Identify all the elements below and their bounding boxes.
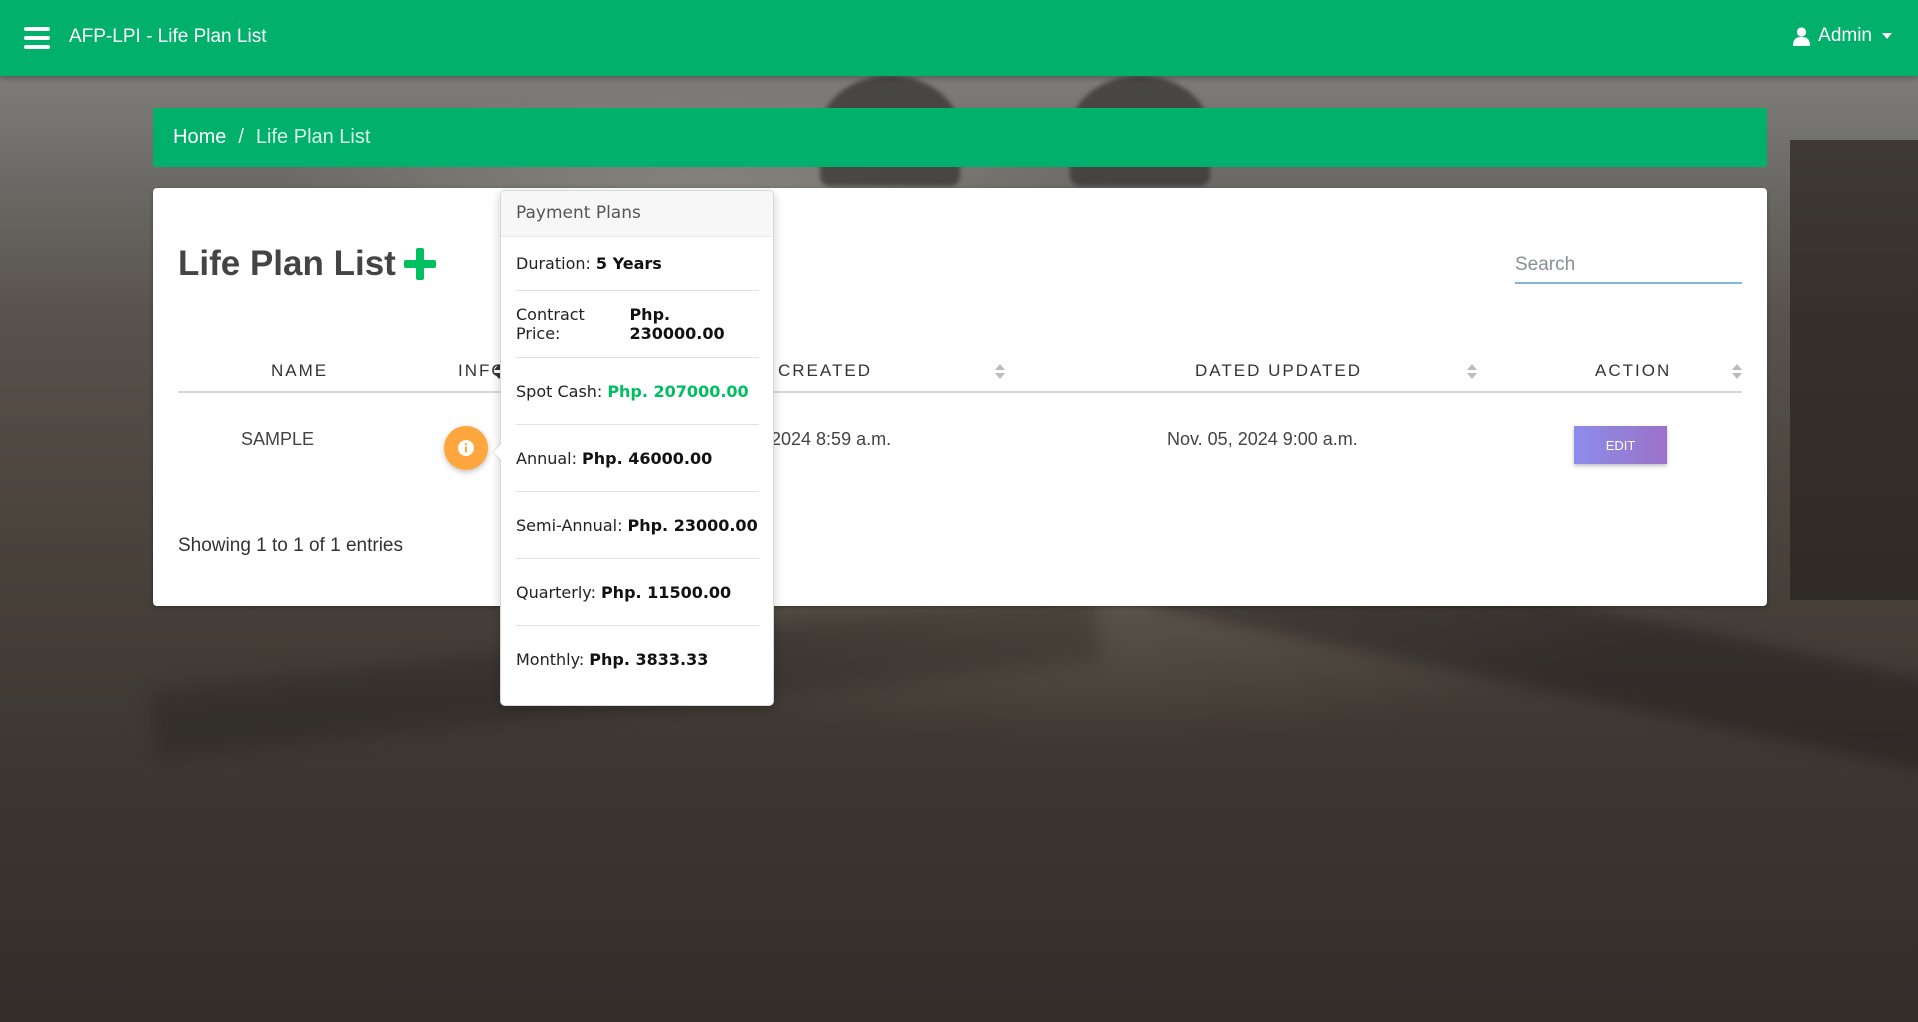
table-header: NAME INFO CREATED DATED UPDATED ACTION bbox=[178, 351, 1742, 393]
user-icon bbox=[1793, 26, 1811, 46]
popover-item-value: Php. 23000.00 bbox=[627, 515, 758, 535]
menu-icon[interactable] bbox=[24, 27, 50, 49]
column-header-name[interactable]: NAME bbox=[271, 351, 328, 391]
user-name: Admin bbox=[1818, 25, 1872, 46]
edit-button[interactable]: EDIT bbox=[1574, 426, 1667, 464]
page-title: Life Plan List bbox=[178, 244, 436, 284]
popover-item-label: Contract Price: bbox=[516, 305, 585, 343]
popover-item-value: Php. 3833.33 bbox=[589, 650, 709, 669]
sort-icon[interactable] bbox=[995, 364, 1005, 380]
chevron-down-icon bbox=[1882, 33, 1892, 39]
background-wall bbox=[1790, 140, 1918, 600]
popover-item: Spot Cash: Php. 207000.00 bbox=[516, 358, 759, 425]
row-created: 2024 8:59 a.m. bbox=[771, 429, 892, 449]
breadcrumb: Home / Life Plan List bbox=[153, 108, 1767, 167]
row-updated: Nov. 05, 2024 9:00 a.m. bbox=[1167, 429, 1358, 449]
popover-item-label: Monthly: bbox=[516, 650, 585, 669]
popover-item-value: Php. 11500.00 bbox=[600, 582, 732, 602]
popover-item-label: Duration: bbox=[516, 254, 591, 273]
sort-icon[interactable] bbox=[1732, 364, 1742, 380]
sort-icon[interactable] bbox=[1467, 364, 1477, 380]
user-menu[interactable]: Admin bbox=[1793, 25, 1892, 47]
life-plan-card: Life Plan List NAME INFO CREATED DATED U… bbox=[153, 188, 1767, 606]
popover-item: Monthly: Php. 3833.33 bbox=[516, 626, 759, 693]
payment-plans-popover: Payment Plans Duration: 5 Years Contract… bbox=[492, 190, 774, 706]
page-title-text: Life Plan List bbox=[178, 244, 396, 283]
top-navbar: AFP-LPI - Life Plan List Admin bbox=[0, 0, 1918, 76]
popover-item-label: Annual: bbox=[516, 448, 578, 468]
popover-item: Contract Price: Php. 230000.00 bbox=[516, 291, 759, 358]
popover-item-value: Php. 230000.00 bbox=[629, 305, 725, 343]
popover-item: Quarterly: Php. 11500.00 bbox=[516, 559, 759, 626]
row-name: SAMPLE bbox=[241, 429, 315, 449]
popover-item: Semi-Annual: Php. 23000.00 bbox=[516, 492, 759, 559]
popover-item-label: Spot Cash: bbox=[516, 381, 603, 401]
add-plan-icon[interactable] bbox=[403, 248, 436, 280]
column-header-updated[interactable]: DATED UPDATED bbox=[1195, 351, 1362, 391]
table-info: Showing 1 to 1 of 1 entries bbox=[178, 535, 403, 556]
popover-item-label: Quarterly: bbox=[516, 582, 596, 602]
popover-item-value: Php. 207000.00 bbox=[607, 381, 749, 401]
popover-item: Annual: Php. 46000.00 bbox=[516, 425, 759, 492]
column-header-created[interactable]: CREATED bbox=[778, 351, 872, 391]
popover-item-value: 5 Years bbox=[595, 254, 662, 273]
breadcrumb-separator: / bbox=[238, 126, 244, 148]
info-icon bbox=[458, 440, 474, 456]
info-button[interactable] bbox=[444, 426, 488, 470]
column-header-action[interactable]: ACTION bbox=[1595, 351, 1671, 391]
popover-item-value: Php. 46000.00 bbox=[582, 448, 713, 468]
app-title: AFP-LPI - Life Plan List bbox=[69, 26, 267, 47]
breadcrumb-home-link[interactable]: Home bbox=[173, 126, 226, 149]
popover-item: Duration: 5 Years bbox=[516, 237, 759, 291]
popover-title: Payment Plans bbox=[501, 191, 773, 237]
breadcrumb-current: Life Plan List bbox=[255, 126, 371, 148]
popover-item-label: Semi-Annual: bbox=[516, 515, 623, 535]
search-input[interactable] bbox=[1515, 248, 1742, 284]
popover-body: Duration: 5 Years Contract Price: Php. 2… bbox=[501, 237, 773, 693]
